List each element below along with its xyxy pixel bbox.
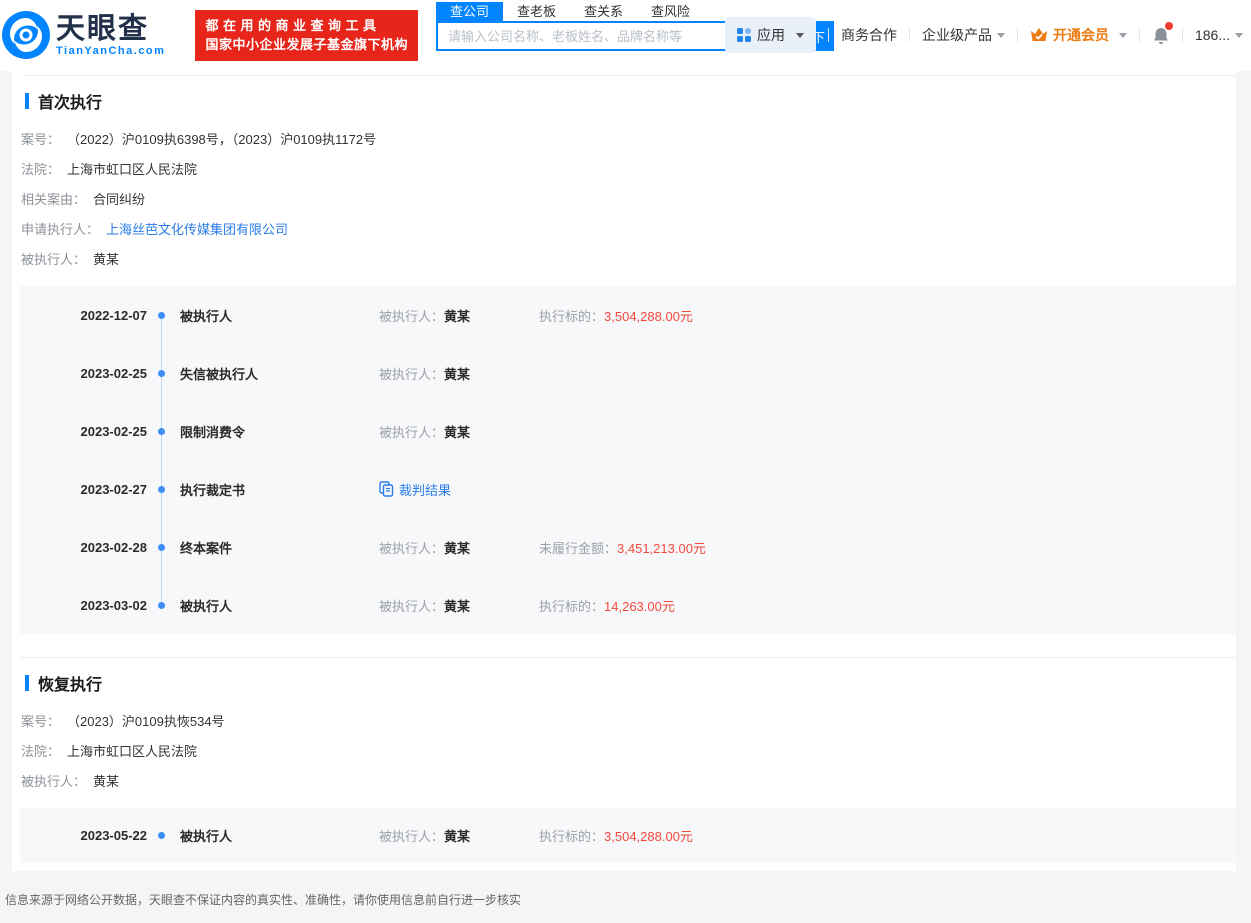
- field-case-reason: 相关案由： 合同纠纷: [21, 191, 146, 207]
- divider: [827, 28, 829, 42]
- user-account-menu[interactable]: 186...: [1195, 27, 1243, 43]
- slogan-line1: 都在用的商业查询工具: [205, 18, 381, 33]
- execution-timeline: 2022-12-07 被执行人 被执行人：黄某 执行标的：3,504,288.0…: [20, 286, 1236, 634]
- section-title: 首次执行: [38, 95, 103, 112]
- slogan-line2: 国家中小企业发展子基金旗下机构: [205, 37, 408, 52]
- timeline-connector: [157, 344, 165, 402]
- field-case-number: 案号： （2022）沪0109执6398号，（2023）沪0109执1172号: [21, 131, 377, 147]
- chevron-down-icon: [1118, 32, 1127, 38]
- crown-icon: [1030, 28, 1047, 41]
- divider: [25, 75, 1236, 76]
- field-executee: 被执行人： 黄某: [21, 773, 120, 789]
- tab-search-boss[interactable]: 查老板: [503, 2, 570, 21]
- chevron-down-icon: [1235, 32, 1243, 38]
- disclaimer-text: 信息来源于网络公开数据，天眼查不保证内容的真实性、准确性，请你使用信息前自行进一…: [5, 893, 522, 907]
- timeline-dot: [157, 485, 165, 493]
- nav-business-cooperation[interactable]: 商务合作: [841, 25, 897, 45]
- divider: [1138, 28, 1140, 42]
- nav-enterprise-products[interactable]: 企业级产品: [922, 25, 1005, 45]
- timeline-dot: [157, 832, 165, 839]
- chevron-down-icon: [996, 32, 1005, 38]
- timeline-dot: [157, 311, 165, 319]
- timeline-row: 2022-12-07 被执行人 被执行人：黄某 执行标的：3,504,288.0…: [20, 286, 1236, 344]
- timeline-connector: [157, 518, 165, 576]
- chevron-down-icon: [795, 32, 804, 38]
- divider: [20, 657, 1236, 658]
- timeline-row: 2023-02-28 终本案件 被执行人：黄某 未履行金额：3,451,213.…: [20, 518, 1236, 576]
- timeline-connector: [157, 576, 165, 634]
- timeline-row: 2023-03-02 被执行人 被执行人：黄某 执行标的：14,263.00元: [20, 576, 1236, 634]
- timeline-dot: [157, 369, 165, 377]
- applicant-company-link[interactable]: 上海丝芭文化传媒集团有限公司: [106, 219, 288, 238]
- top-header: 天眼查 TianYanCha.com 都在用的商业查询工具 国家中小企业发展子基…: [0, 0, 1251, 71]
- field-case-number: 案号： （2023）沪0109执恢534号: [21, 713, 225, 729]
- slogan-badge: 都在用的商业查询工具 国家中小企业发展子基金旗下机构: [195, 10, 418, 61]
- field-applicant: 申请执行人： 上海丝芭文化传媒集团有限公司: [21, 213, 1236, 243]
- divider: [1181, 28, 1183, 42]
- timeline-dot: [157, 601, 165, 609]
- brand-domain: TianYanCha.com: [56, 44, 166, 57]
- timeline-connector: [157, 402, 165, 460]
- content-card: 首次执行 案号： （2022）沪0109执6398号，（2023）沪0109执1…: [12, 71, 1236, 871]
- execution-timeline: 2023-05-22 被执行人 被执行人：黄某 执行标的：3,504,288.0…: [20, 808, 1236, 863]
- field-court: 法院： 上海市虹口区人民法院: [21, 161, 198, 177]
- brand-name: 天眼查: [56, 12, 150, 45]
- header-nav: 应用 商务合作 企业级产品 开通会员 186...: [724, 17, 1243, 53]
- timeline-row: 2023-02-25 失信被执行人 被执行人：黄某: [20, 344, 1236, 402]
- section-marker: [25, 675, 29, 691]
- vip-label: 开通会员: [1052, 27, 1109, 43]
- tianyancha-logo[interactable]: 天眼查 TianYanCha.com: [2, 11, 165, 59]
- section-marker: [25, 93, 29, 109]
- apps-label: 应用: [756, 27, 785, 43]
- open-vip-button[interactable]: 开通会员: [1030, 25, 1127, 45]
- document-icon: [379, 481, 394, 497]
- divider: [908, 28, 910, 42]
- timeline-connector: [157, 460, 165, 518]
- case-detail-fields: 案号： （2022）沪0109执6398号，（2023）沪0109执1172号 …: [21, 123, 1236, 273]
- timeline-row: 2023-05-22 被执行人 被执行人：黄某 执行标的：3,504,288.0…: [20, 808, 1236, 863]
- timeline-row: 2023-02-25 限制消费令 被执行人：黄某: [20, 402, 1236, 460]
- judgment-result-link[interactable]: 裁判结果: [379, 480, 539, 499]
- user-phone: 186...: [1194, 27, 1230, 43]
- timeline-connector: [157, 286, 165, 344]
- search-input[interactable]: [435, 21, 764, 51]
- timeline-row: 2023-02-27 执行裁定书 裁判结果: [20, 460, 1236, 518]
- timeline-connector: [157, 808, 165, 863]
- tianyancha-logo-icon: [2, 11, 50, 59]
- tab-search-risk[interactable]: 查风险: [637, 2, 704, 21]
- tab-search-relation[interactable]: 查关系: [570, 2, 637, 21]
- apps-grid-icon: [736, 28, 751, 42]
- divider: [1016, 28, 1018, 42]
- section-resumed-execution-header: 恢复执行: [25, 671, 1236, 695]
- page-footer: 信息来源于网络公开数据，天眼查不保证内容的真实性、准确性，请你使用信息前自行进一…: [0, 871, 1251, 908]
- notification-dot: [1164, 21, 1173, 30]
- timeline-dot: [157, 543, 165, 551]
- section-first-execution-header: 首次执行: [25, 89, 1236, 113]
- apps-menu[interactable]: 应用: [724, 17, 816, 53]
- notifications-bell[interactable]: [1152, 21, 1173, 45]
- field-executee: 被执行人： 黄某: [21, 251, 120, 267]
- tab-search-company[interactable]: 查公司: [435, 2, 503, 21]
- field-court: 法院： 上海市虹口区人民法院: [21, 743, 198, 759]
- timeline-dot: [157, 427, 165, 435]
- section-title: 恢复执行: [38, 677, 103, 694]
- case-detail-fields: 案号： （2023）沪0109执恢534号 法院： 上海市虹口区人民法院 被执行…: [21, 705, 1236, 795]
